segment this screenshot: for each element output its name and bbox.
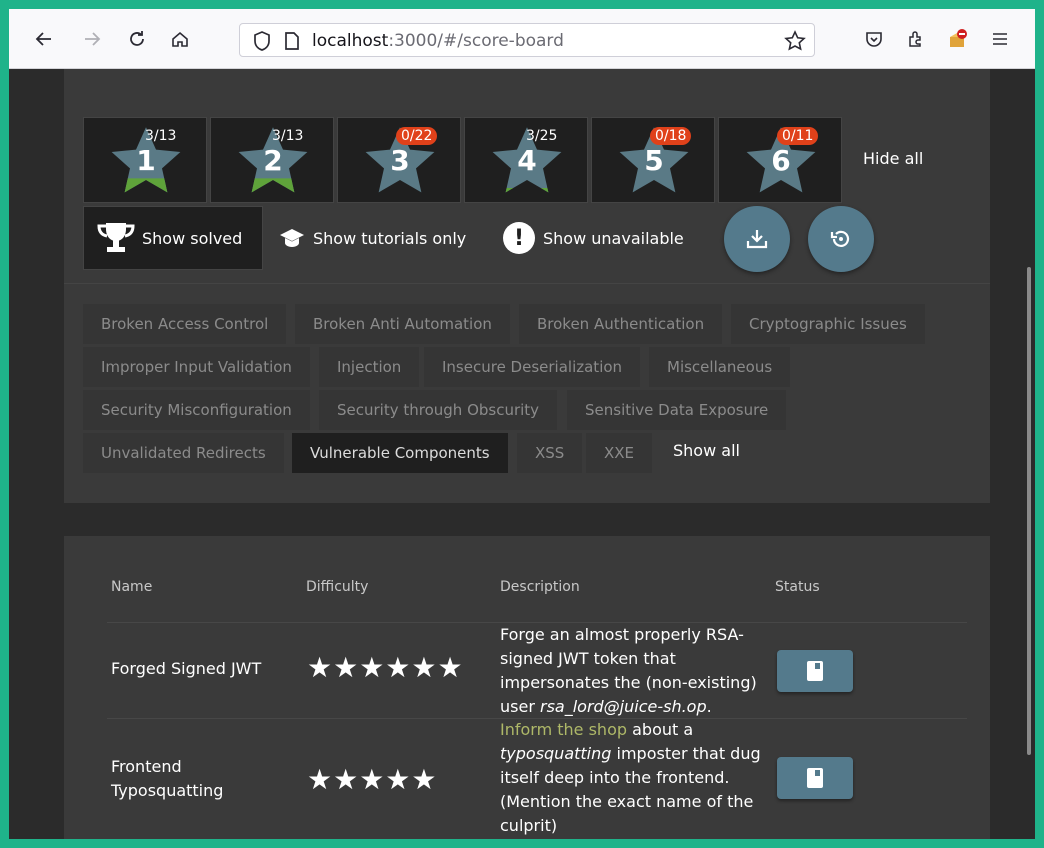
difficulty-tile-1[interactable]: 1 3/13 xyxy=(83,117,207,203)
bookmark-star-icon[interactable] xyxy=(784,30,806,56)
back-icon[interactable] xyxy=(31,26,57,52)
category-chip[interactable]: Cryptographic Issues xyxy=(731,304,925,344)
forward-icon[interactable] xyxy=(79,26,105,52)
difficulty-stars: ★★★★★ xyxy=(307,763,438,796)
download-icon xyxy=(746,230,768,249)
restore-icon xyxy=(830,230,850,247)
column-header-status[interactable]: Status xyxy=(775,579,820,595)
extensions-icon[interactable] xyxy=(903,26,929,52)
difficulty-level: 1 xyxy=(136,144,156,177)
category-chip[interactable]: Sensitive Data Exposure xyxy=(567,390,787,430)
category-chip-active[interactable]: Vulnerable Components xyxy=(292,433,508,473)
category-chip[interactable]: Broken Access Control xyxy=(83,304,287,344)
category-chip[interactable]: Insecure Deserialization xyxy=(424,347,641,387)
column-header-name[interactable]: Name xyxy=(111,579,152,595)
book-icon xyxy=(807,768,823,788)
category-chip[interactable]: XXE xyxy=(586,433,653,473)
column-header-difficulty[interactable]: Difficulty xyxy=(306,579,368,595)
progress-badge: 0/11 xyxy=(777,127,819,145)
challenge-name: Forged Signed JWT xyxy=(111,659,262,678)
challenge-description: Forge an almost properly RSA-signed JWT … xyxy=(500,625,757,716)
show-all-categories-button[interactable]: Show all xyxy=(655,431,758,471)
category-chip[interactable]: Security Misconfiguration xyxy=(83,390,310,430)
status-button[interactable] xyxy=(777,757,853,799)
progress-badge: 0/22 xyxy=(396,127,438,145)
difficulty-level: 2 xyxy=(263,144,283,177)
challenge-name: Frontend Typosquatting xyxy=(111,757,224,800)
difficulty-level: 3 xyxy=(390,144,410,177)
show-solved-label: Show solved xyxy=(142,228,243,248)
category-chip[interactable]: Broken Anti Automation xyxy=(295,304,510,344)
difficulty-level: 5 xyxy=(644,144,664,177)
trophy-icon xyxy=(97,223,135,252)
category-chip[interactable]: Improper Input Validation xyxy=(83,347,310,387)
browser-toolbar: localhost:3000/#/score-board xyxy=(9,9,1035,69)
url-text[interactable]: localhost:3000/#/score-board xyxy=(312,31,564,51)
show-tutorials-label: Show tutorials only xyxy=(313,228,467,248)
show-tutorials-button[interactable]: Show tutorials only xyxy=(279,206,466,270)
scrollbar-thumb[interactable] xyxy=(1027,267,1031,755)
progress-badge: 3/13 xyxy=(145,128,177,144)
category-chip[interactable]: Injection xyxy=(319,347,420,387)
category-chip[interactable]: Security through Obscurity xyxy=(319,390,558,430)
book-icon xyxy=(807,661,823,681)
status-button[interactable] xyxy=(777,650,853,692)
exclamation-icon: ! xyxy=(503,222,535,254)
difficulty-tile-6[interactable]: 6 0/11 xyxy=(718,117,842,203)
column-header-description[interactable]: Description xyxy=(500,579,580,595)
menu-icon[interactable] xyxy=(987,26,1013,52)
pocket-icon[interactable] xyxy=(861,26,887,52)
difficulty-tile-4[interactable]: 4 3/25 xyxy=(464,117,588,203)
difficulty-tile-2[interactable]: 2 3/13 xyxy=(210,117,334,203)
category-chip[interactable]: Unvalidated Redirects xyxy=(83,433,284,473)
category-chip[interactable]: XSS xyxy=(517,433,583,473)
difficulty-tile-3[interactable]: 3 0/22 xyxy=(337,117,461,203)
difficulty-level: 4 xyxy=(517,144,537,177)
show-solved-button[interactable]: Show solved xyxy=(83,206,263,270)
home-icon[interactable] xyxy=(167,26,193,52)
show-unavailable-button[interactable]: ! Show unavailable xyxy=(503,206,684,270)
hide-all-button[interactable]: Hide all xyxy=(863,149,923,168)
progress-badge: 0/18 xyxy=(650,127,692,145)
shield-icon[interactable] xyxy=(252,30,272,56)
browser-window: localhost:3000/#/score-board 1 3/13 2 3/… xyxy=(9,9,1035,839)
divider xyxy=(64,283,990,284)
inform-shop-link[interactable]: Inform the shop xyxy=(500,720,627,739)
category-chip[interactable]: Broken Authentication xyxy=(519,304,723,344)
show-unavailable-label: Show unavailable xyxy=(543,228,684,248)
category-chip[interactable]: Miscellaneous xyxy=(649,347,791,387)
restore-progress-button[interactable] xyxy=(808,206,874,272)
download-button[interactable] xyxy=(724,206,790,272)
challenge-description: Inform the shop about a typosquatting im… xyxy=(500,720,761,835)
difficulty-stars: ★★★★★★ xyxy=(307,651,464,684)
url-bar[interactable]: localhost:3000/#/score-board xyxy=(239,23,815,57)
reload-icon[interactable] xyxy=(124,26,150,52)
addon-icon[interactable] xyxy=(945,26,971,52)
progress-badge: 3/25 xyxy=(526,128,558,144)
page-icon[interactable] xyxy=(284,31,300,55)
difficulty-tile-5[interactable]: 5 0/18 xyxy=(591,117,715,203)
progress-badge: 3/13 xyxy=(272,128,304,144)
difficulty-level: 6 xyxy=(771,144,791,177)
graduation-cap-icon xyxy=(280,229,304,247)
